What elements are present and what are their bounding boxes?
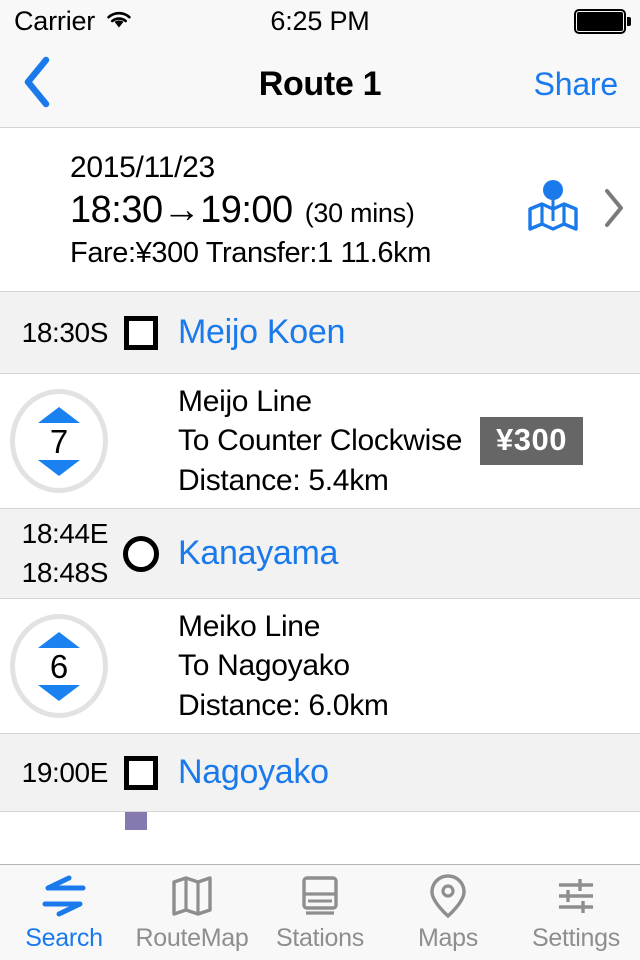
- station-time: 18:44E 18:48S: [21, 518, 109, 588]
- leg-distance: Distance: 5.4km: [178, 463, 389, 497]
- stop-count-stepper[interactable]: 6: [0, 614, 118, 719]
- square-marker: [118, 755, 164, 790]
- station-row[interactable]: 18:44E 18:48S Kanayama: [0, 509, 640, 600]
- leg-distance: Distance: 6.0km: [178, 688, 389, 722]
- leg-row[interactable]: 7 Meijo Line To Counter Clockwise Distan…: [0, 374, 640, 510]
- route-fare-summary: Fare:¥300 Transfer:1 11.6km: [70, 237, 432, 270]
- station-row[interactable]: 19:00E Nagoyako: [0, 734, 640, 813]
- route-date: 2015/11/23: [70, 151, 215, 184]
- status-bar: Carrier 6:25 PM: [0, 0, 640, 42]
- route-duration: (30 mins): [304, 198, 415, 228]
- chevron-right-icon: [602, 187, 626, 234]
- map-fold-icon: [170, 873, 214, 919]
- tab-label: Stations: [276, 923, 364, 952]
- train-icon: [298, 873, 342, 919]
- navigation-bar: Route 1 Share: [0, 42, 640, 128]
- square-marker: [118, 315, 164, 350]
- tab-maps[interactable]: Maps: [384, 865, 512, 960]
- fare-badge: ¥300: [480, 417, 583, 466]
- status-bar-clock: 6:25 PM: [270, 5, 370, 36]
- map-pin-icon: [522, 177, 584, 244]
- station-name[interactable]: Meijo Koen: [164, 313, 640, 352]
- battery-full-icon: [574, 8, 631, 34]
- tab-label: Search: [25, 923, 103, 952]
- stop-count-stepper[interactable]: 7: [0, 389, 118, 494]
- search-transfer-icon: [39, 873, 89, 919]
- route-time-row: 18:30→19:00 (30 mins): [70, 187, 518, 233]
- tab-search[interactable]: Search: [0, 865, 128, 960]
- triangle-down-icon[interactable]: [38, 684, 80, 701]
- sliders-icon: [554, 873, 598, 919]
- leg-details: Meiko Line To Nagoyako Distance: 6.0km: [164, 607, 640, 726]
- route-timeline: 18:30S Meijo Koen 7 Meijo Line To Counte…: [0, 292, 640, 831]
- leg-direction: To Nagoyako: [178, 649, 350, 683]
- leg-line-name: Meiko Line: [178, 609, 321, 643]
- station-name[interactable]: Nagoyako: [164, 753, 640, 792]
- triangle-up-icon[interactable]: [38, 631, 80, 648]
- app-screen: Carrier 6:25 PM Route 1 Share 2015/11/23…: [0, 0, 640, 960]
- tab-label: Maps: [418, 923, 478, 952]
- station-row[interactable]: 18:30S Meijo Koen: [0, 292, 640, 375]
- triangle-down-icon[interactable]: [38, 459, 80, 476]
- station-name[interactable]: Kanayama: [164, 534, 640, 573]
- leg-line-name: Meijo Line: [178, 384, 312, 418]
- status-bar-right: [574, 8, 631, 34]
- route-disclosure-button[interactable]: [588, 187, 640, 234]
- circle-marker: [118, 535, 164, 572]
- tab-routemap[interactable]: RouteMap: [128, 865, 256, 960]
- tab-bar: Search RouteMap Stations Maps Settings: [0, 864, 640, 960]
- tab-label: RouteMap: [135, 923, 249, 952]
- tab-stations[interactable]: Stations: [256, 865, 384, 960]
- route-map-button[interactable]: [518, 177, 588, 244]
- route-time-range: 18:30→19:00: [70, 189, 293, 231]
- leg-row[interactable]: 6 Meiko Line To Nagoyako Distance: 6.0km: [0, 599, 640, 735]
- tab-label: Settings: [532, 923, 620, 952]
- location-pin-icon: [426, 873, 470, 919]
- share-button[interactable]: Share: [534, 66, 619, 103]
- route-summary-text: 2015/11/23 18:30→19:00 (30 mins) Fare:¥3…: [0, 148, 518, 273]
- station-time: 18:30S: [21, 316, 109, 348]
- tab-settings[interactable]: Settings: [512, 865, 640, 960]
- triangle-up-icon[interactable]: [38, 406, 80, 423]
- bottom-spacer: [0, 834, 640, 864]
- stop-count: 7: [49, 422, 69, 460]
- route-summary-card[interactable]: 2015/11/23 18:30→19:00 (30 mins) Fare:¥3…: [0, 128, 640, 293]
- station-time: 19:00E: [21, 756, 109, 788]
- stop-count: 6: [49, 647, 69, 685]
